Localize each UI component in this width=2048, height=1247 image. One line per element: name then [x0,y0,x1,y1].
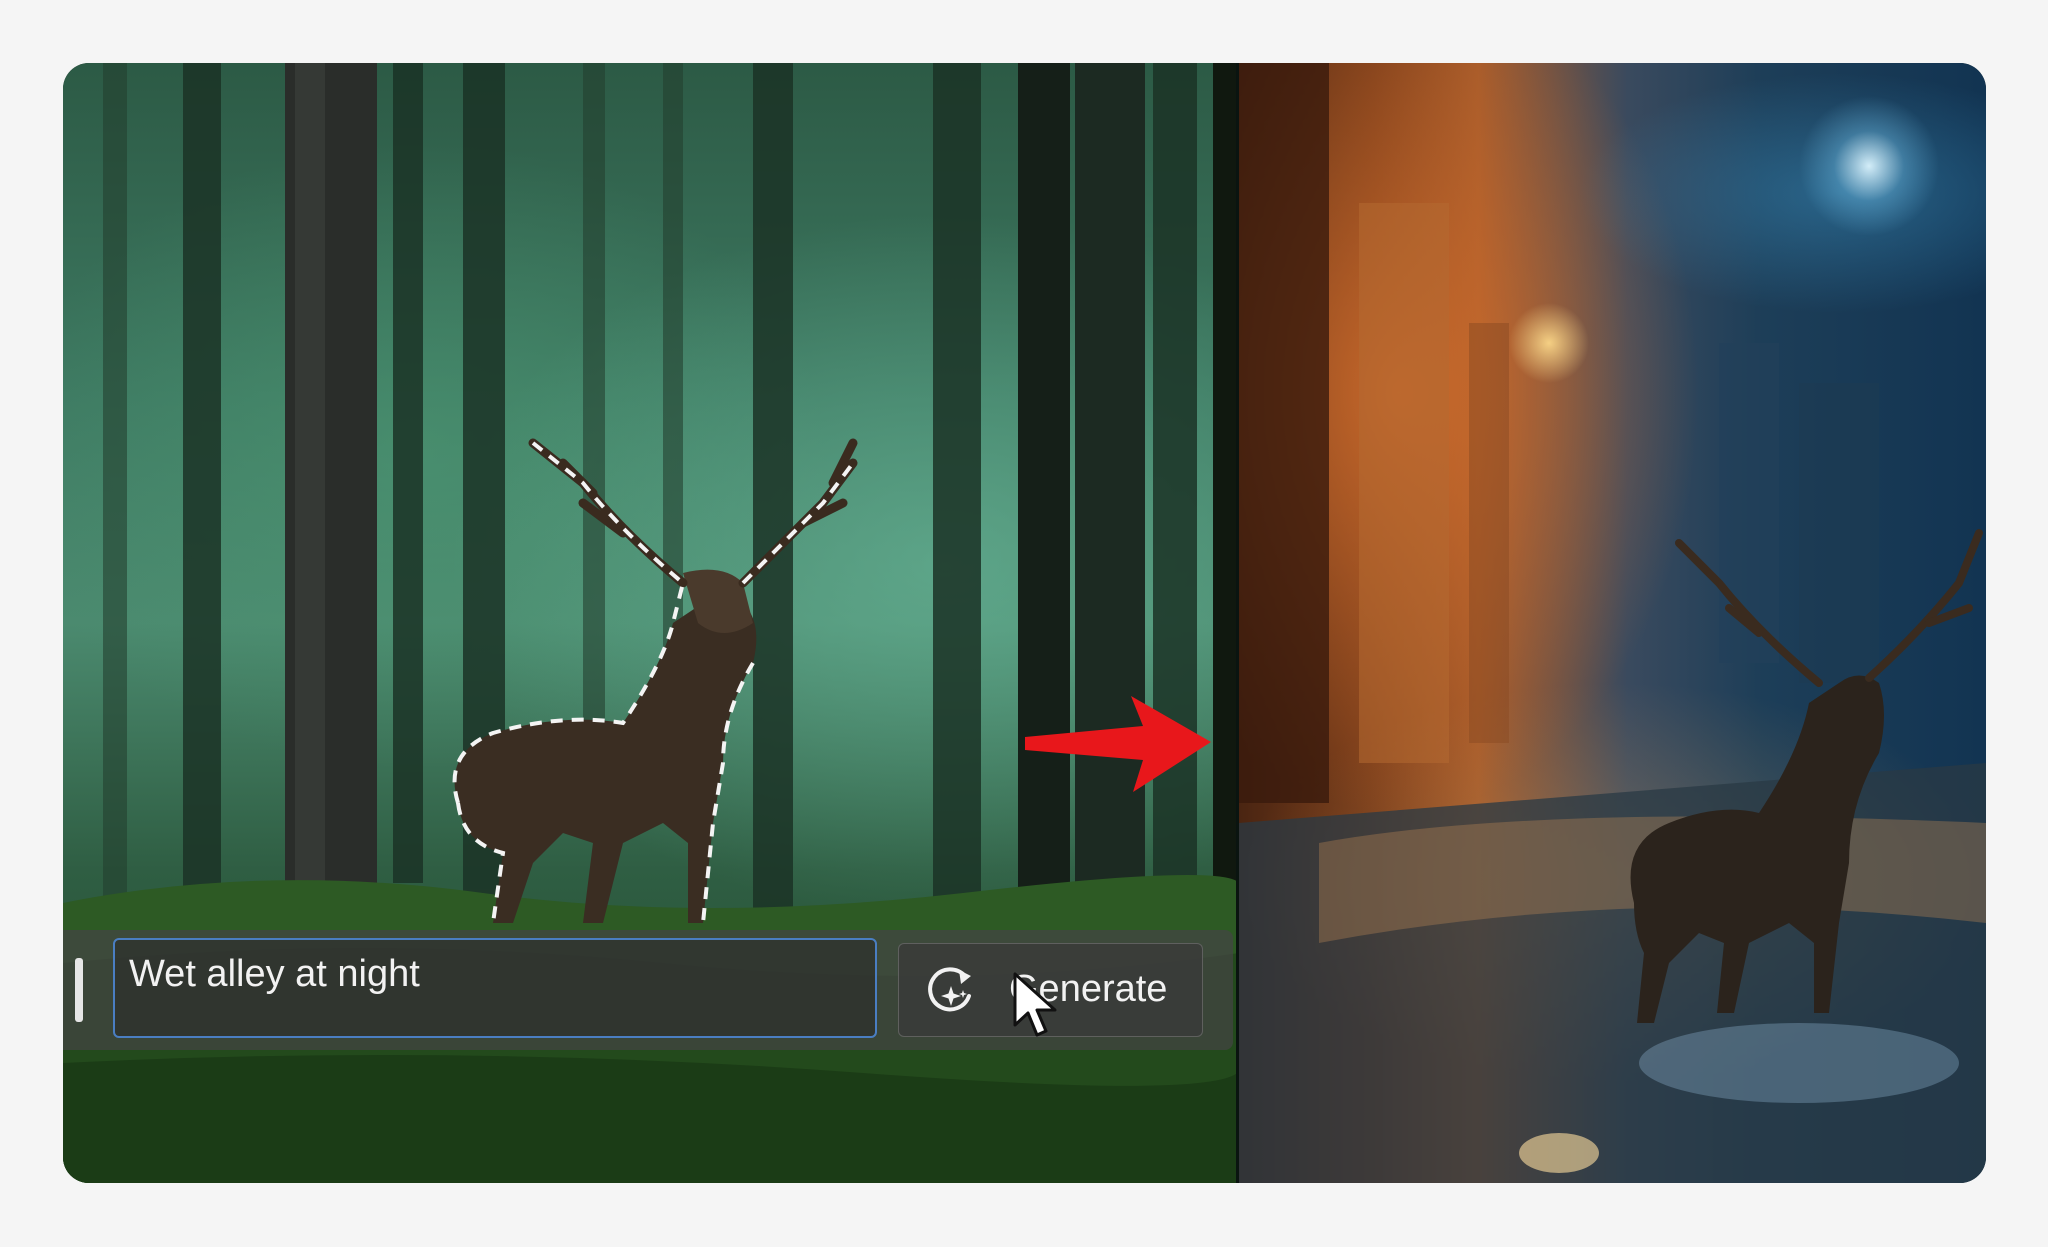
generate-sparkle-icon [928,967,971,1012]
generated-alley-image [1239,63,1986,1183]
drag-handle-icon[interactable] [75,958,83,1022]
mouse-pointer-icon [1013,972,1057,1037]
arrow-right-icon [1025,696,1211,792]
alley-scene [1239,63,1986,1183]
prompt-input[interactable]: Wet alley at night [113,938,877,1038]
